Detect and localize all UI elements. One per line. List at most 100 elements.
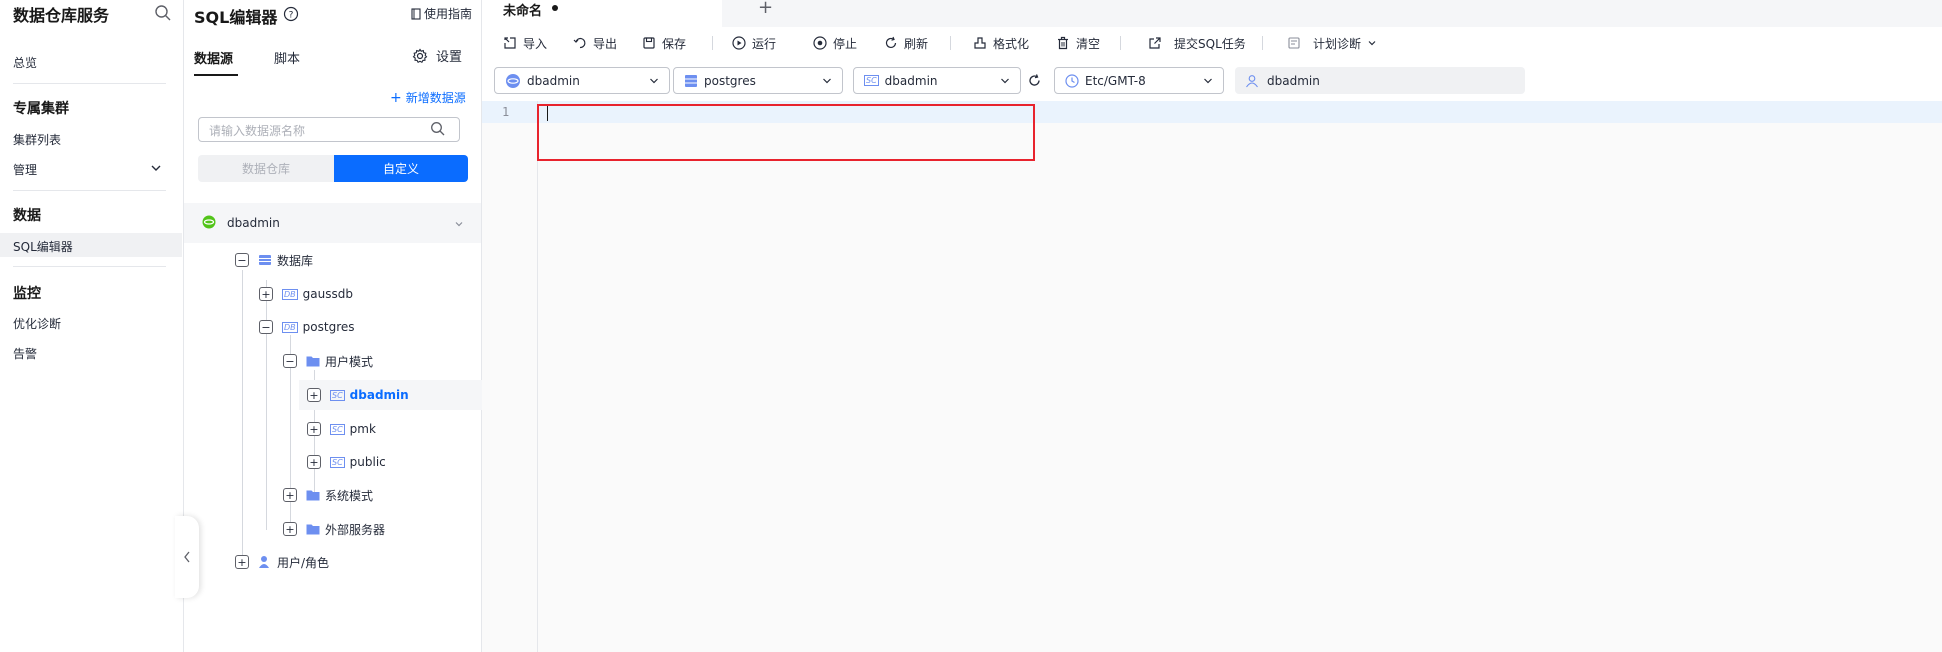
collapse-icon[interactable]: −	[235, 253, 249, 267]
format-brush-icon	[974, 37, 986, 49]
folder-icon	[306, 356, 320, 367]
search-icon[interactable]	[430, 121, 446, 137]
collapse-icon[interactable]: −	[283, 354, 297, 368]
database-list-icon	[685, 74, 697, 87]
tree-node-schema-public[interactable]: + SC public	[307, 453, 386, 471]
user-role-icon	[259, 556, 269, 568]
connection-icon	[202, 215, 216, 229]
expand-icon[interactable]: +	[283, 522, 297, 536]
tree-node-schema-dbadmin[interactable]: + SC dbadmin	[307, 386, 409, 404]
collapse-icon[interactable]: −	[259, 320, 273, 334]
active-tab-indicator	[194, 74, 238, 76]
svg-text:?: ?	[289, 11, 294, 21]
refresh-label: 刷新	[904, 36, 929, 51]
collapse-sidebar-button[interactable]	[175, 516, 199, 598]
external-link-icon	[1149, 37, 1161, 49]
trash-icon	[1058, 36, 1068, 50]
segment-custom[interactable]: 自定义	[334, 155, 468, 182]
nav-item-manage[interactable]: 管理	[13, 161, 37, 178]
chevron-down-icon	[1368, 41, 1376, 46]
tree-node-users-roles[interactable]: + 用户/角色	[235, 553, 329, 571]
nav-divider	[13, 83, 166, 84]
chevron-down-icon[interactable]	[149, 161, 163, 175]
refresh-icon[interactable]	[1027, 73, 1042, 88]
nav-item-cluster-list[interactable]: 集群列表	[13, 131, 61, 148]
folder-icon	[306, 524, 320, 535]
export-button[interactable]: 导出	[573, 33, 617, 53]
timezone-select[interactable]: Etc/GMT-8	[1054, 67, 1224, 94]
toolbar-divider	[712, 36, 713, 50]
tree-node-user-schemas[interactable]: − 用户模式	[283, 352, 373, 370]
clear-button[interactable]: 清空	[1056, 33, 1100, 53]
format-button[interactable]: 格式化	[973, 33, 1029, 53]
search-icon[interactable]	[154, 4, 172, 22]
folder-icon	[306, 490, 320, 501]
tree-node-databases[interactable]: − 数据库	[235, 251, 313, 269]
nav-item-alarm[interactable]: 告警	[13, 345, 37, 362]
tree-node-label: 用户/角色	[277, 555, 330, 570]
user-guide-link[interactable]: 使用指南	[410, 5, 472, 22]
expand-icon[interactable]: +	[307, 422, 321, 436]
expand-icon[interactable]: +	[307, 455, 321, 469]
stop-button[interactable]: 停止	[813, 33, 857, 53]
annotation-highlight-box	[537, 104, 1035, 161]
tab-datasource[interactable]: 数据源	[194, 48, 233, 67]
settings-button[interactable]: 设置	[412, 46, 462, 65]
nav-item-optimize[interactable]: 优化诊断	[13, 315, 61, 332]
toolbar-divider	[950, 36, 951, 50]
run-label: 运行	[752, 36, 777, 51]
save-label: 保存	[662, 36, 687, 51]
database-select-value: postgres	[704, 73, 756, 88]
editor-tab[interactable]: 未命名	[482, 0, 722, 27]
help-icon[interactable]: ?	[283, 6, 299, 22]
refresh-button[interactable]: 刷新	[884, 33, 928, 53]
tree-guide-line	[242, 270, 243, 566]
datasource-search-input[interactable]: 请输入数据源名称	[198, 117, 460, 142]
tree-root-label[interactable]: dbadmin	[227, 216, 280, 230]
tree-node-label: 系统模式	[325, 488, 374, 503]
schema-select[interactable]: SC dbadmin	[853, 67, 1021, 94]
nav-item-sql-editor[interactable]: SQL编辑器	[13, 238, 73, 255]
tree-node-schema-pmk[interactable]: + SC pmk	[307, 420, 376, 438]
clear-label: 清空	[1076, 36, 1101, 51]
expand-icon[interactable]: +	[235, 555, 249, 569]
book-icon	[411, 7, 421, 20]
sql-code-editor[interactable]: 1	[482, 101, 1942, 652]
add-datasource-button[interactable]: + 新增数据源	[390, 89, 466, 106]
database-select[interactable]: postgres	[673, 67, 843, 94]
tree-node-system-schemas[interactable]: + 系统模式	[283, 486, 373, 504]
expand-icon[interactable]: +	[307, 388, 321, 402]
add-tab-button[interactable]: +	[758, 0, 773, 18]
datasource-select-value: dbadmin	[527, 73, 580, 88]
user-icon	[1246, 74, 1258, 87]
editor-tab-title: 未命名	[503, 4, 543, 19]
expand-icon[interactable]: +	[283, 488, 297, 502]
chevron-down-icon	[1001, 78, 1009, 83]
clock-icon	[1065, 73, 1079, 88]
schema-icon: SC	[330, 456, 345, 468]
stop-label: 停止	[833, 36, 858, 51]
tree-node-label: 用户模式	[325, 354, 374, 369]
submit-sql-task-button[interactable]: 提交SQL任务	[1148, 33, 1246, 53]
current-user-field: dbadmin	[1235, 67, 1525, 94]
export-label: 导出	[593, 36, 618, 51]
database-icon: DB	[282, 321, 298, 333]
database-list-icon	[259, 255, 271, 265]
run-button[interactable]: 运行	[732, 33, 776, 53]
segment-warehouse[interactable]: 数据仓库	[198, 155, 334, 182]
expand-icon[interactable]: +	[259, 287, 273, 301]
tree-node-foreign-servers[interactable]: + 外部服务器	[283, 520, 385, 538]
tree-node-label: pmk	[349, 422, 376, 436]
chevron-down-icon[interactable]	[454, 219, 464, 229]
tree-node-label: 数据库	[277, 253, 314, 268]
unsaved-dot-icon	[552, 5, 558, 11]
export-icon	[573, 37, 586, 49]
tree-node-postgres[interactable]: − DB postgres	[259, 318, 355, 336]
tab-script[interactable]: 脚本	[274, 48, 300, 67]
import-button[interactable]: 导入	[503, 33, 547, 53]
plan-diagnose-button[interactable]: 计划诊断	[1287, 33, 1377, 53]
nav-item-overview[interactable]: 总览	[13, 54, 37, 71]
save-button[interactable]: 保存	[642, 33, 686, 53]
tree-node-gaussdb[interactable]: + DB gaussdb	[259, 285, 353, 303]
datasource-select[interactable]: dbadmin	[494, 67, 670, 94]
